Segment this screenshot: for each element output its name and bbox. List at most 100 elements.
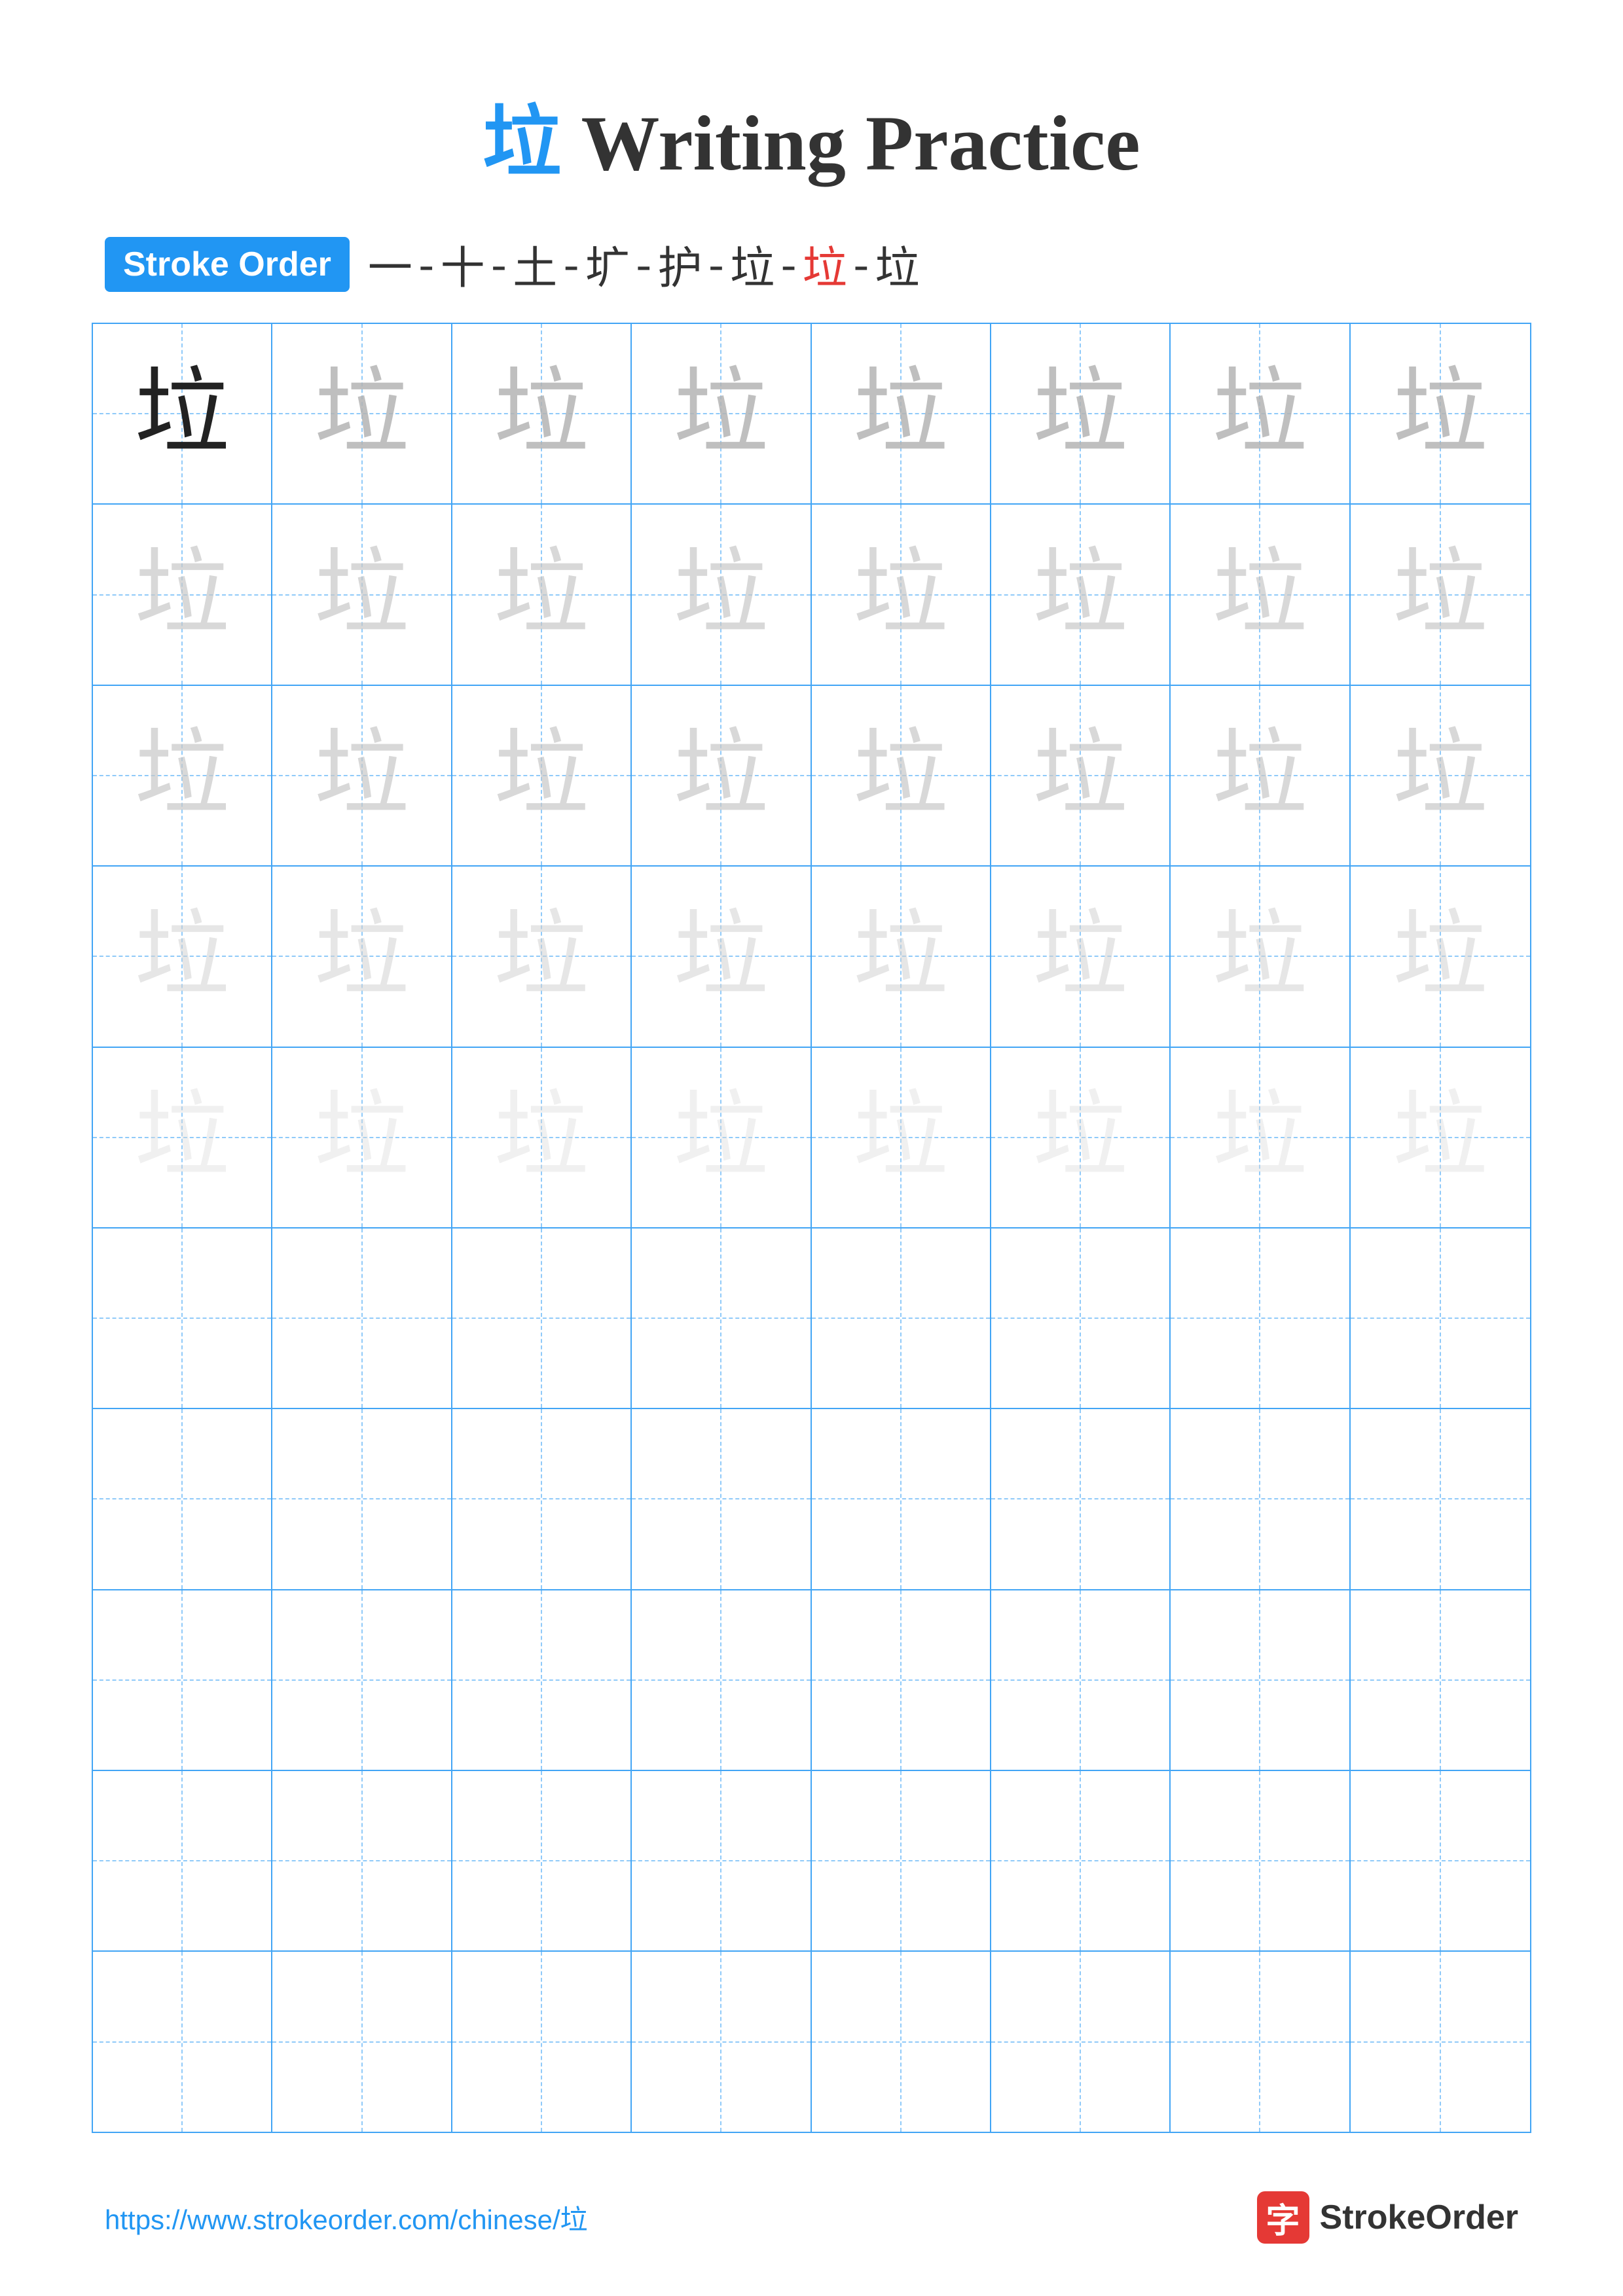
stroke-order-row: Stroke Order 一 - 十 - 土 - 圹 - 护 - 垃 - 垃 -… <box>0 232 1623 296</box>
char-display: 垃 <box>674 1090 769 1185</box>
grid-cell-8-6 <box>991 1590 1171 1770</box>
grid-row-8 <box>93 1590 1530 1771</box>
grid-cell-7-5 <box>812 1409 991 1588</box>
char-display: 垃 <box>1393 909 1487 1004</box>
title-rest: Writing Practice <box>561 99 1140 187</box>
grid-cell-7-2 <box>272 1409 452 1588</box>
char-display: 垃 <box>494 547 589 642</box>
grid-cell-1-5: 垃 <box>812 324 991 503</box>
grid-cell-9-1 <box>93 1771 272 1950</box>
grid-cell-1-6: 垃 <box>991 324 1171 503</box>
footer-logo: 字 StrokeOrder <box>1257 2191 1518 2244</box>
grid-cell-8-1 <box>93 1590 272 1770</box>
grid-cell-3-7: 垃 <box>1171 686 1350 865</box>
grid-cell-6-1 <box>93 1229 272 1408</box>
grid-cell-2-4: 垃 <box>632 505 811 684</box>
char-display: 垃 <box>1213 909 1307 1004</box>
grid-cell-5-2: 垃 <box>272 1048 452 1227</box>
grid-cell-7-8 <box>1351 1409 1530 1588</box>
char-display: 垃 <box>135 547 230 642</box>
grid-row-1: 垃 垃 垃 垃 垃 垃 垃 垃 <box>93 324 1530 505</box>
char-display: 垃 <box>1393 367 1487 461</box>
grid-cell-2-8: 垃 <box>1351 505 1530 684</box>
char-display: 垃 <box>314 728 409 823</box>
char-display: 垃 <box>314 367 409 461</box>
grid-cell-3-4: 垃 <box>632 686 811 865</box>
char-display: 垃 <box>135 1090 230 1185</box>
footer: https://www.strokeorder.com/chinese/垃 字 … <box>0 2191 1623 2244</box>
grid-cell-5-1: 垃 <box>93 1048 272 1227</box>
grid-cell-9-4 <box>632 1771 811 1950</box>
grid-cell-10-2 <box>272 1952 452 2131</box>
grid-cell-5-3: 垃 <box>452 1048 632 1227</box>
char-display: 垃 <box>1213 547 1307 642</box>
char-display: 垃 <box>135 728 230 823</box>
stroke-5: 护 <box>658 232 702 296</box>
stroke-order-badge: Stroke Order <box>105 237 350 292</box>
stroke-1: 一 <box>368 232 412 296</box>
char-display: 垃 <box>1213 728 1307 823</box>
grid-cell-7-6 <box>991 1409 1171 1588</box>
char-display: 垃 <box>1033 367 1128 461</box>
char-display: 垃 <box>1213 367 1307 461</box>
char-display: 垃 <box>1033 547 1128 642</box>
stroke-3: 土 <box>513 232 557 296</box>
stroke-6: 垃 <box>730 232 775 296</box>
grid-cell-5-8: 垃 <box>1351 1048 1530 1227</box>
char-display: 垃 <box>1213 1090 1307 1185</box>
grid-cell-9-5 <box>812 1771 991 1950</box>
grid-row-2: 垃 垃 垃 垃 垃 垃 垃 垃 <box>93 505 1530 685</box>
grid-cell-9-3 <box>452 1771 632 1950</box>
grid-row-5: 垃 垃 垃 垃 垃 垃 垃 垃 <box>93 1048 1530 1229</box>
grid-cell-2-3: 垃 <box>452 505 632 684</box>
grid-cell-1-7: 垃 <box>1171 324 1350 503</box>
grid-cell-1-4: 垃 <box>632 324 811 503</box>
char-display: 垃 <box>853 1090 948 1185</box>
grid-cell-5-4: 垃 <box>632 1048 811 1227</box>
char-display: 垃 <box>853 547 948 642</box>
grid-cell-2-5: 垃 <box>812 505 991 684</box>
grid-cell-5-6: 垃 <box>991 1048 1171 1227</box>
char-display: 垃 <box>1393 728 1487 823</box>
grid-cell-2-7: 垃 <box>1171 505 1350 684</box>
logo-icon: 字 <box>1257 2191 1309 2244</box>
char-display: 垃 <box>674 367 769 461</box>
char-display: 垃 <box>314 909 409 1004</box>
char-display: 垃 <box>853 909 948 1004</box>
grid-cell-9-8 <box>1351 1771 1530 1950</box>
char-display: 垃 <box>853 728 948 823</box>
grid-row-7 <box>93 1409 1530 1590</box>
char-display: 垃 <box>314 1090 409 1185</box>
practice-grid: 垃 垃 垃 垃 垃 垃 垃 垃 垃 垃 垃 垃 垃 垃 垃 垃 垃 垃 垃 垃 … <box>92 323 1531 2133</box>
stroke-sequence: 一 - 十 - 土 - 圹 - 护 - 垃 - 垃 - 垃 <box>368 232 920 296</box>
grid-cell-3-3: 垃 <box>452 686 632 865</box>
grid-cell-5-7: 垃 <box>1171 1048 1350 1227</box>
stroke-8: 垃 <box>875 232 920 296</box>
grid-cell-10-6 <box>991 1952 1171 2131</box>
char-display: 垃 <box>674 728 769 823</box>
grid-row-3: 垃 垃 垃 垃 垃 垃 垃 垃 <box>93 686 1530 867</box>
grid-cell-8-7 <box>1171 1590 1350 1770</box>
grid-cell-4-7: 垃 <box>1171 867 1350 1046</box>
char-display: 垃 <box>494 367 589 461</box>
grid-cell-8-8 <box>1351 1590 1530 1770</box>
char-display: 垃 <box>1033 728 1128 823</box>
grid-cell-10-3 <box>452 1952 632 2131</box>
grid-cell-4-4: 垃 <box>632 867 811 1046</box>
grid-cell-10-8 <box>1351 1952 1530 2131</box>
grid-cell-9-7 <box>1171 1771 1350 1950</box>
stroke-sep-2: - <box>492 238 507 290</box>
grid-cell-2-1: 垃 <box>93 505 272 684</box>
stroke-4: 圹 <box>585 232 630 296</box>
grid-cell-4-1: 垃 <box>93 867 272 1046</box>
grid-cell-1-1: 垃 <box>93 324 272 503</box>
char-display: 垃 <box>314 547 409 642</box>
grid-cell-4-5: 垃 <box>812 867 991 1046</box>
grid-cell-1-2: 垃 <box>272 324 452 503</box>
grid-cell-1-8: 垃 <box>1351 324 1530 503</box>
stroke-sep-5: - <box>709 238 724 290</box>
grid-cell-10-5 <box>812 1952 991 2131</box>
grid-cell-6-5 <box>812 1229 991 1408</box>
grid-cell-2-6: 垃 <box>991 505 1171 684</box>
grid-cell-7-4 <box>632 1409 811 1588</box>
